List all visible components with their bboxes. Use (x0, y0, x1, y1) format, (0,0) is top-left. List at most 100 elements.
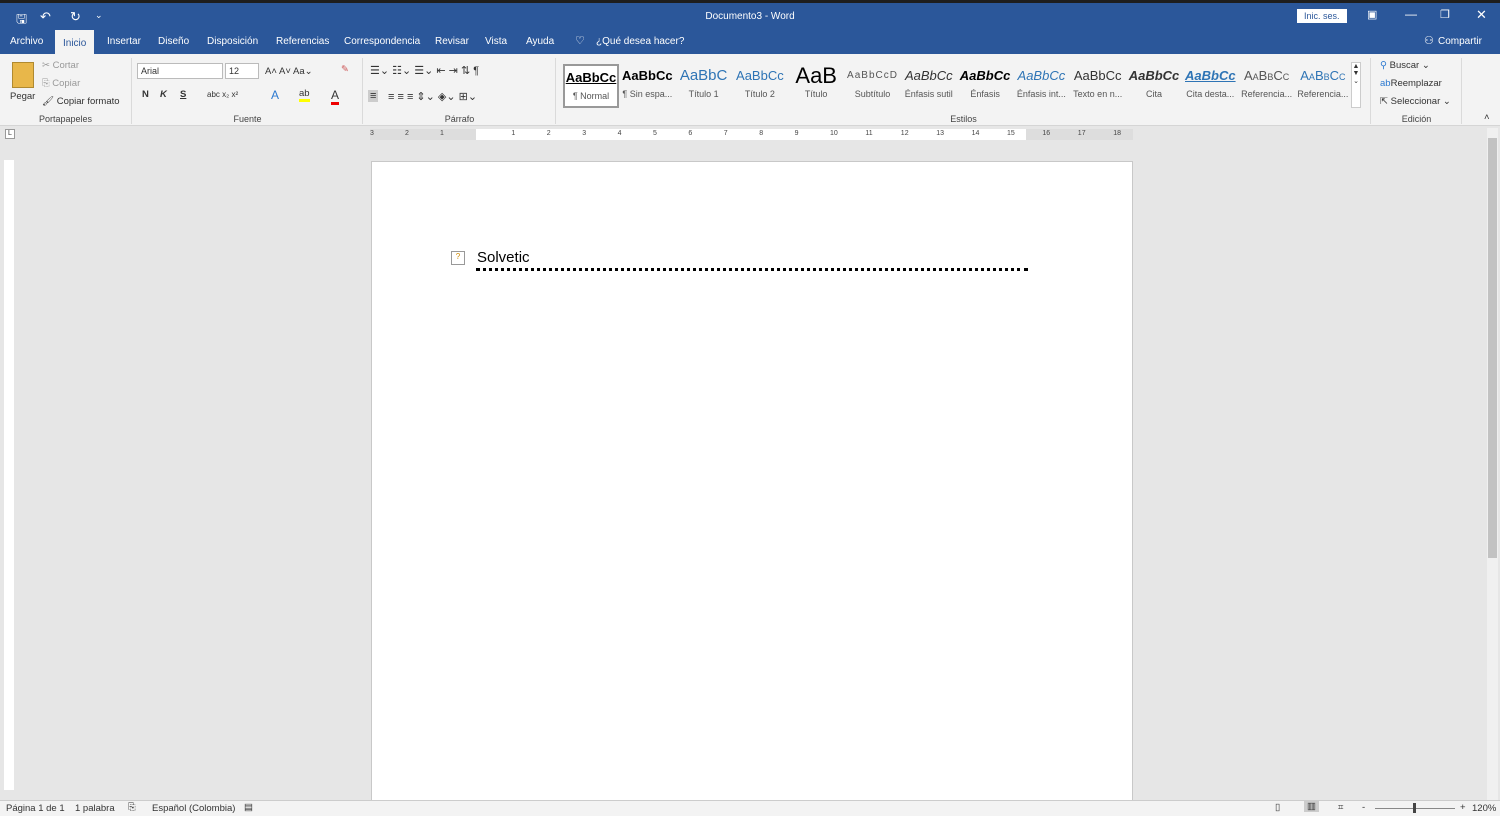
ruler-number: 14 (971, 130, 980, 137)
tab-vista[interactable]: Vista (485, 36, 507, 47)
style-13[interactable]: AaBbCc Referencia... (1295, 64, 1351, 108)
bold-button[interactable]: N (142, 89, 149, 100)
ribbon-display-icon[interactable]: ▣ (1367, 8, 1377, 21)
strikethrough-icon[interactable]: abc x₂ x² (207, 90, 238, 99)
read-mode-icon[interactable]: ▯ (1275, 802, 1280, 813)
save-icon[interactable]: 🖫 (16, 10, 27, 32)
font-size-select[interactable]: 12 (225, 63, 259, 79)
ribbon-tabs: Archivo Inicio Insertar Diseño Disposici… (0, 30, 1500, 54)
style-name: ¶ Sin espa... (622, 89, 673, 99)
redo-icon[interactable]: ↻ (70, 9, 81, 25)
select-button[interactable]: ⇱ Seleccionar ⌄ (1380, 96, 1451, 107)
highlight-icon[interactable]: ab (299, 88, 310, 102)
style-1[interactable]: AaBbCc ¶ Sin espa... (619, 64, 675, 108)
maximize-button[interactable]: ❐ (1440, 8, 1450, 21)
ruler-number: 1 (440, 130, 444, 137)
editing-group: ⚲ Buscar ⌄ abReemplazar ⇱ Seleccionar ⌄ … (1372, 58, 1462, 124)
share-icon: ⚇ (1424, 35, 1434, 47)
align-left-button[interactable]: ≡ (368, 90, 379, 102)
scrollbar-thumb[interactable] (1488, 138, 1497, 558)
paste-button[interactable]: Pegar (10, 91, 35, 102)
align-buttons-icon[interactable]: ≡ ≡ ≡ ⇕⌄ ◈⌄ ⊞⌄ (388, 90, 477, 103)
document-text[interactable]: Solvetic (477, 249, 530, 266)
tab-correspondencia[interactable]: Correspondencia (344, 36, 420, 47)
styles-scroll[interactable]: ▲ ▼ ⌄ (1351, 62, 1361, 108)
italic-button[interactable]: K (160, 89, 167, 100)
ribbon: Pegar ✂ Cortar ⎘ Copiar 🖌 Copiar formato… (0, 54, 1500, 126)
style-preview: AaB (795, 64, 837, 86)
tab-revisar[interactable]: Revisar (435, 36, 469, 47)
horizontal-ruler[interactable]: 3 2 1 1 2 3 4 5 6 7 8 9 10 11 12 13 14 15 16 17 18 (370, 129, 1133, 140)
zoom-out-button[interactable]: - (1362, 802, 1365, 813)
language[interactable]: Español (Colombia) (152, 803, 235, 814)
tab-archivo[interactable]: Archivo (10, 36, 43, 47)
text-effects-icon[interactable]: A (271, 88, 279, 102)
ruler-number: 16 (1042, 130, 1051, 137)
style-8[interactable]: AaBbCc Énfasis int... (1013, 64, 1069, 108)
vertical-ruler[interactable] (4, 160, 14, 790)
print-layout-icon[interactable]: ▥ (1304, 801, 1319, 812)
tab-inicio[interactable]: Inicio (55, 30, 95, 54)
collapse-ribbon-icon[interactable]: ˄ (1484, 112, 1490, 123)
style-3[interactable]: AaBbCc Título 2 (732, 64, 788, 108)
status-bar: Página 1 de 1 1 palabra ⎘ Español (Colom… (0, 800, 1500, 816)
ruler-number: 7 (723, 130, 728, 137)
close-button[interactable]: ✕ (1476, 7, 1487, 23)
tab-diseno[interactable]: Diseño (158, 36, 189, 47)
format-painter-button[interactable]: 🖌 Copiar formato (42, 96, 120, 107)
tab-referencias[interactable]: Referencias (276, 36, 329, 47)
ruler-number: 2 (405, 130, 409, 137)
undo-icon[interactable]: ↶ (40, 9, 51, 25)
paste-icon[interactable] (12, 62, 34, 88)
tab-selector[interactable]: L (5, 129, 15, 139)
copy-button[interactable]: ⎘ Copiar (42, 78, 80, 89)
style-0[interactable]: AaBbCc ¶ Normal (563, 64, 619, 108)
title-bar: 🖫 ↶ ↻ ⌄ Documento3 - Word Inic. ses. ▣ —… (0, 0, 1500, 32)
tab-disposicion[interactable]: Disposición (207, 36, 258, 47)
page-count[interactable]: Página 1 de 1 (6, 803, 65, 814)
document-page[interactable]: ? Solvetic (371, 161, 1133, 801)
style-6[interactable]: AaBbCc Énfasis sutil (901, 64, 957, 108)
minimize-button[interactable]: — (1405, 7, 1417, 21)
cut-button[interactable]: ✂ Cortar (42, 60, 79, 71)
clear-format-icon[interactable]: ✎ (341, 64, 349, 75)
sign-in-button[interactable]: Inic. ses. (1297, 9, 1347, 23)
search-icon: ⚲ (1380, 60, 1387, 71)
style-12[interactable]: AaBbCc Referencia... (1239, 64, 1295, 108)
style-name: Título 1 (688, 89, 719, 99)
style-preview: AaBbCc (1185, 68, 1236, 83)
vertical-scrollbar[interactable] (1487, 128, 1498, 800)
cut-label: Cortar (52, 60, 80, 71)
customize-toolbar-icon[interactable]: ⌄ (95, 10, 103, 21)
tab-insertar[interactable]: Insertar (107, 36, 141, 47)
style-name: Énfasis int... (1016, 89, 1066, 99)
web-layout-icon[interactable]: ⌗ (1338, 802, 1343, 813)
style-7[interactable]: AaBbCc Énfasis (957, 64, 1013, 108)
style-5[interactable]: AaBbCcD Subtítulo (845, 64, 901, 108)
replace-button[interactable]: abReemplazar (1380, 78, 1442, 89)
tab-ayuda[interactable]: Ayuda (526, 36, 554, 47)
zoom-slider-thumb[interactable] (1413, 803, 1416, 813)
grow-font-icon[interactable]: A˄ A˅ Aa⌄ (265, 66, 313, 77)
zoom-level[interactable]: 120% (1472, 803, 1496, 814)
style-4[interactable]: AaB Título (788, 64, 844, 108)
list-buttons-icon[interactable]: ☰⌄ ☷⌄ ☰⌄ ⇤ ⇥ ⇅ ¶ (370, 64, 479, 77)
zoom-in-button[interactable]: + (1460, 802, 1466, 813)
ruler-number: 4 (617, 130, 622, 137)
style-9[interactable]: AaBbCc Texto en n... (1070, 64, 1126, 108)
share-button[interactable]: Compartir (1438, 36, 1482, 47)
proofing-icon[interactable]: ⎘ (128, 802, 136, 813)
style-2[interactable]: AaBbC Título 1 (676, 64, 732, 108)
font-name-select[interactable]: Arial (137, 63, 223, 79)
style-11[interactable]: AaBbCc Cita desta... (1182, 64, 1238, 108)
word-count[interactable]: 1 palabra (75, 803, 115, 814)
font-color-icon[interactable]: A (331, 88, 340, 105)
style-10[interactable]: AaBbCc Cita (1126, 64, 1182, 108)
content-control-icon[interactable]: ? (451, 251, 465, 265)
ruler-number: 2 (546, 130, 551, 137)
find-button[interactable]: ⚲ Buscar ⌄ (1380, 60, 1430, 71)
underline-button[interactable]: S (180, 89, 186, 100)
tell-me-input[interactable]: ¿Qué desea hacer? (596, 36, 684, 47)
font-label: Fuente (233, 114, 262, 124)
accessibility-icon[interactable]: ▤ (244, 802, 253, 813)
